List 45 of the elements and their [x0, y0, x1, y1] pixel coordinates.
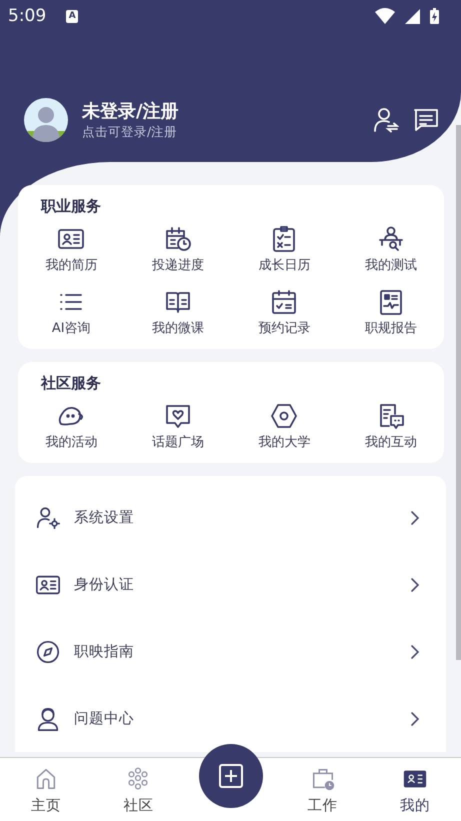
signal-icon: [405, 8, 420, 24]
menu-item[interactable]: 身份认证: [74, 575, 134, 594]
support-agent-icon: [35, 706, 61, 732]
status-time: 5:09: [8, 6, 46, 26]
user-gear-icon: [35, 504, 61, 530]
compass-icon: [35, 638, 61, 664]
wifi-icon: [375, 8, 395, 24]
hexagon-icon: [270, 402, 298, 430]
service-label[interactable]: 预约记录: [258, 320, 310, 337]
login-title[interactable]: 未登录/注册: [82, 100, 179, 124]
calendar-clock-icon: [164, 225, 192, 253]
chevron-right-icon[interactable]: [410, 644, 420, 660]
chevron-right-icon[interactable]: [410, 510, 420, 526]
battery-icon: [430, 8, 439, 24]
service-label[interactable]: 我的活动: [45, 434, 98, 451]
heart-message-icon: [164, 402, 192, 430]
chevron-right-icon[interactable]: [410, 576, 420, 592]
section-title: 社区服务: [40, 373, 102, 394]
nav-tab[interactable]: 社区: [92, 758, 184, 821]
service-label[interactable]: 我的互动: [364, 434, 417, 451]
notification-badge: A: [66, 10, 78, 22]
service-label[interactable]: 我的微课: [152, 320, 204, 337]
menu-item[interactable]: 系统设置: [74, 508, 134, 527]
service-label[interactable]: 成长日历: [258, 257, 310, 274]
section-title: 职业服务: [40, 196, 102, 217]
service-label[interactable]: 我的大学: [258, 434, 310, 451]
nav-tab[interactable]: 我的: [368, 758, 461, 821]
service-label[interactable]: 投递进度: [152, 257, 204, 274]
avatar[interactable]: [24, 98, 68, 142]
plus-icon: [218, 763, 244, 789]
login-hint: 点击可登录/注册: [82, 124, 178, 140]
service-label[interactable]: AI咨询: [52, 320, 91, 337]
message-icon[interactable]: [413, 107, 439, 133]
nav-tab[interactable]: 工作: [276, 758, 369, 821]
menu-item[interactable]: 问题中心: [74, 709, 134, 728]
person-desk-icon: [376, 225, 405, 253]
calendar-check-icon: [270, 288, 298, 316]
chevron-right-icon[interactable]: [410, 710, 420, 726]
service-label[interactable]: 我的简历: [45, 257, 98, 274]
service-label[interactable]: 职规报告: [364, 320, 417, 337]
nav-tab[interactable]: 主页: [0, 758, 92, 821]
menu-item[interactable]: 职映指南: [74, 642, 134, 661]
switch-user-icon[interactable]: [373, 107, 399, 133]
service-label[interactable]: 话题广场: [152, 434, 204, 451]
service-label[interactable]: 我的测试: [364, 257, 417, 274]
